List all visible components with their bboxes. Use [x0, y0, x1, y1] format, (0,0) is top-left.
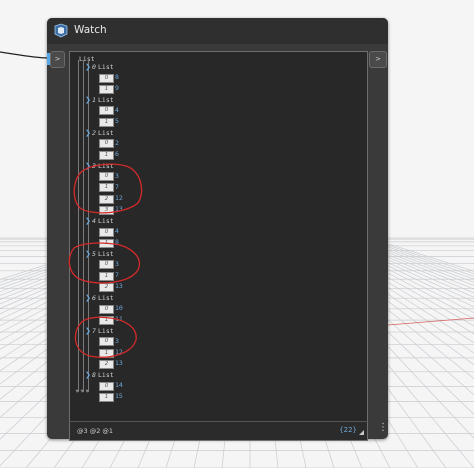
annotation-circle [74, 316, 137, 358]
annotation-circle [73, 163, 143, 214]
annotation-circle [68, 242, 140, 284]
annotation-layer [68, 163, 143, 358]
